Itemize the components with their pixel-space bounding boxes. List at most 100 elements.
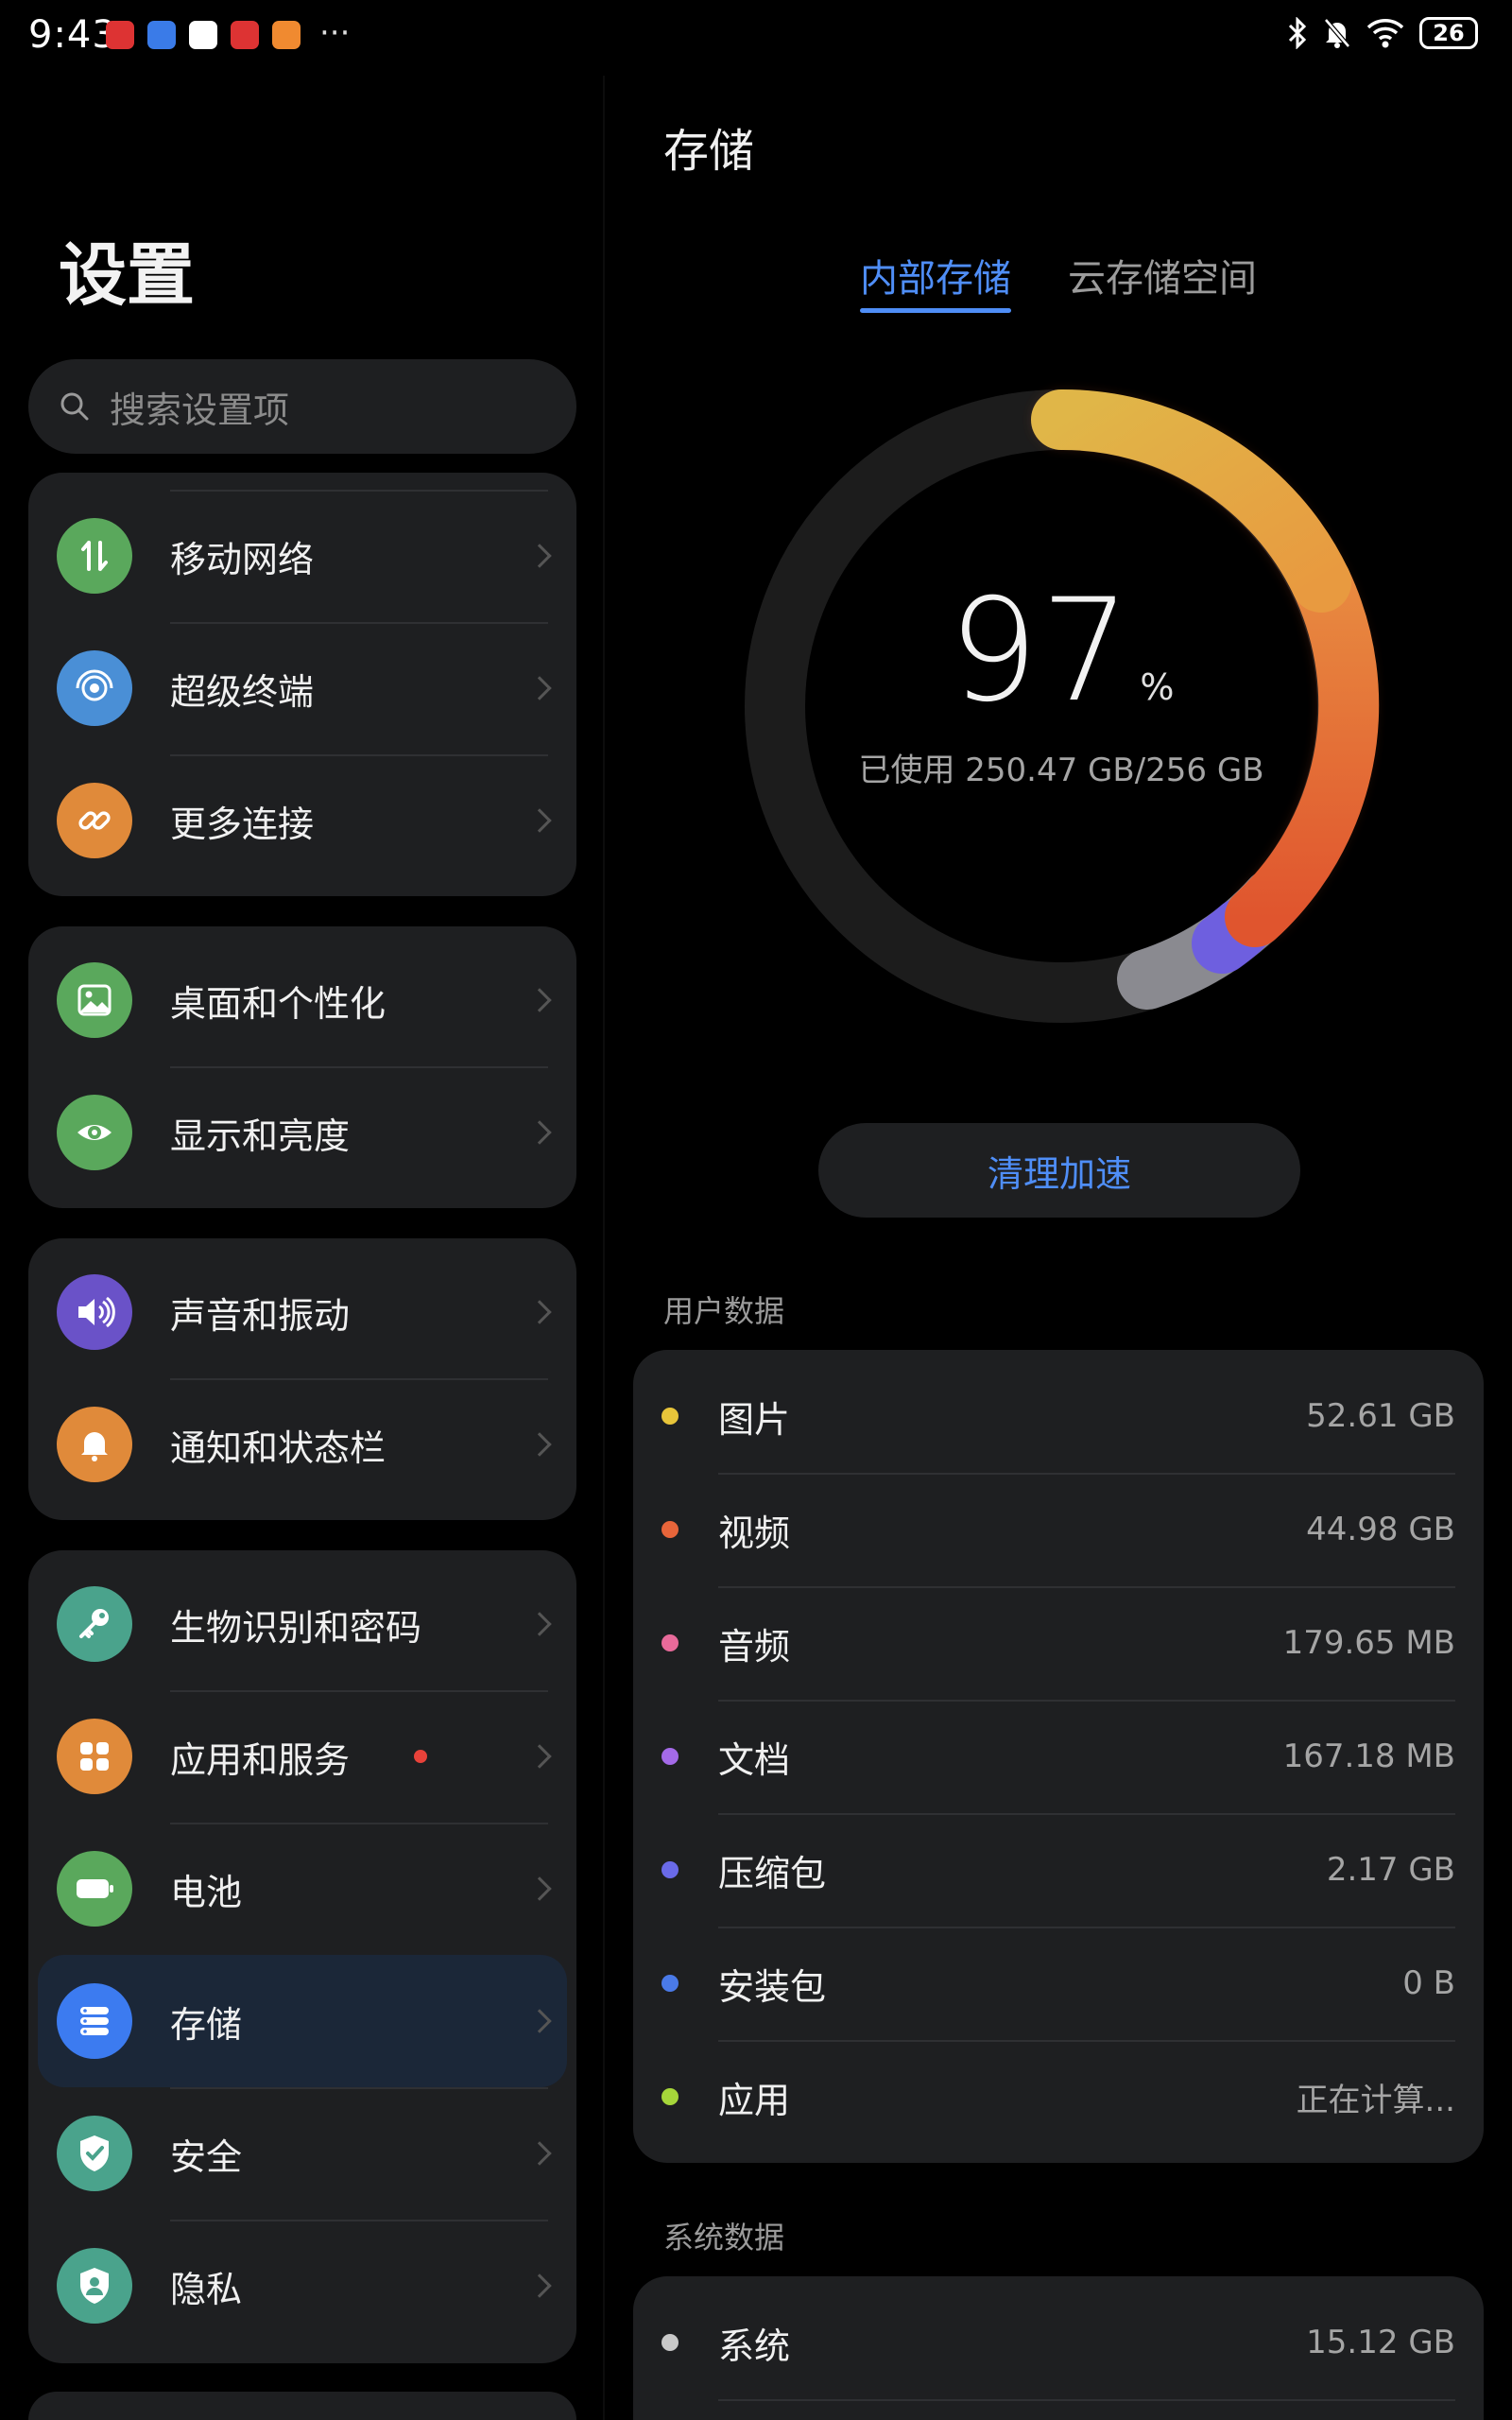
- row-separator: [718, 1927, 1455, 1928]
- usage-percent: 97%: [735, 569, 1387, 734]
- sidebar-item-privacy[interactable]: 隐私: [28, 2220, 576, 2352]
- sidebar-item-label: 应用和服务: [170, 1738, 351, 1781]
- sidebar-item-label: 通知和状态栏: [170, 1426, 387, 1469]
- category-dot: [662, 1521, 679, 1538]
- sidebar-item-more-connections[interactable]: 更多连接: [28, 754, 576, 887]
- storage-usage-ring: 97% 已使用 250.47 GB/256 GB: [735, 380, 1387, 1032]
- sidebar-item-mobile-network[interactable]: 移动网络: [28, 490, 576, 622]
- sidebar-item-label: 安全: [170, 2135, 243, 2178]
- sidebar-item-storage[interactable]: 存储: [38, 1955, 567, 2087]
- storage-item-name: 应用: [718, 2079, 791, 2121]
- storage-item-size: 179.65 MB: [1282, 1624, 1455, 1662]
- category-dot: [662, 1748, 679, 1765]
- row-separator: [170, 1066, 548, 1068]
- sidebar-item-notifications-statusbar[interactable]: 通知和状态栏: [28, 1378, 576, 1511]
- wallpaper-icon: [57, 962, 132, 1038]
- sidebar-item-biometrics-password[interactable]: 生物识别和密码: [28, 1558, 576, 1690]
- storage-item-size: 0 B: [1402, 1964, 1455, 2002]
- detail-title: 存储: [663, 125, 755, 178]
- storage-item-pictures[interactable]: 图片 52.61 GB: [633, 1359, 1484, 1473]
- storage-item-size: 15.12 GB: [1306, 2324, 1455, 2361]
- row-separator: [170, 754, 548, 756]
- row-separator: [170, 1378, 548, 1380]
- chevron-right-icon: [527, 1876, 552, 1901]
- settings-group-security-apps: 生物识别和密码 应用和服务 电池 存储 安全 隐私: [28, 1550, 576, 2363]
- page-title: 设置: [59, 235, 196, 315]
- notification-badge: [414, 1750, 427, 1763]
- user-data-section-title: 用户数据: [663, 1293, 785, 1329]
- tab-cloud-storage[interactable]: 云存储空间: [1068, 248, 1257, 302]
- storage-item-packages[interactable]: 安装包 0 B: [633, 1927, 1484, 2040]
- storage-item-name: 视频: [718, 1512, 791, 1554]
- sidebar-item-label: 显示和亮度: [170, 1115, 351, 1157]
- battery-icon: [57, 1851, 132, 1927]
- sidebar-item-desktop-personalization[interactable]: 桌面和个性化: [28, 934, 576, 1066]
- category-dot: [662, 1634, 679, 1651]
- settings-group-connectivity: 移动网络 超级终端 更多连接: [28, 473, 576, 896]
- sidebar-item-security[interactable]: 安全: [28, 2087, 576, 2220]
- storage-item-size: 44.98 GB: [1306, 1511, 1455, 1548]
- row-separator: [170, 490, 548, 492]
- storage-detail-pane: 存储 内部存储 云存储空间 97 % 已使用 250.47 GB/256 GB …: [605, 0, 1512, 2420]
- tab-internal-storage[interactable]: 内部存储: [860, 248, 1011, 302]
- storage-item-name: 安装包: [718, 1965, 827, 2008]
- key-icon: [57, 1586, 132, 1662]
- storage-item-name: 系统: [718, 2325, 791, 2367]
- system-data-list: 系统 15.12 GB: [633, 2276, 1484, 2420]
- storage-item-archives[interactable]: 压缩包 2.17 GB: [633, 1813, 1484, 1927]
- row-separator: [170, 1690, 548, 1692]
- sidebar-item-battery[interactable]: 电池: [28, 1823, 576, 1955]
- chevron-right-icon: [527, 1300, 552, 1324]
- sidebar-item-label: 存储: [170, 2003, 243, 2046]
- sidebar-item-sound-vibration[interactable]: 声音和振动: [28, 1246, 576, 1378]
- chevron-right-icon: [527, 1120, 552, 1145]
- row-separator: [718, 1700, 1455, 1702]
- sidebar-item-label: 桌面和个性化: [170, 982, 387, 1025]
- usage-percent-value: 97: [948, 569, 1133, 734]
- storage-item-apps[interactable]: 应用 正在计算...: [633, 2040, 1484, 2153]
- sidebar-item-label: 超级终端: [170, 670, 315, 713]
- apps-grid-icon: [57, 1719, 132, 1794]
- system-data-section-title: 系统数据: [663, 2220, 785, 2256]
- sidebar-item-label: 电池: [170, 1871, 243, 1913]
- row-separator: [170, 2220, 548, 2221]
- sidebar-item-display-brightness[interactable]: 显示和亮度: [28, 1066, 576, 1199]
- user-data-list: 图片 52.61 GB 视频 44.98 GB 音频 179.65 MB 文档 …: [633, 1350, 1484, 2163]
- ring-segment-pictures: [1031, 389, 1351, 613]
- row-separator: [170, 622, 548, 624]
- storage-item-name: 文档: [718, 1738, 791, 1781]
- storage-item-next[interactable]: [633, 2399, 1484, 2420]
- sidebar-item-apps-services[interactable]: 应用和服务: [28, 1690, 576, 1823]
- speaker-icon: [57, 1274, 132, 1350]
- link-icon: [57, 783, 132, 858]
- storage-item-name: 压缩包: [718, 1852, 827, 1894]
- row-separator: [718, 1586, 1455, 1588]
- usage-percent-symbol: %: [1140, 666, 1175, 708]
- super-device-icon: [57, 650, 132, 726]
- used-capacity-text: 已使用 250.47 GB/256 GB: [858, 752, 1264, 789]
- tab-active-indicator: [860, 308, 1011, 313]
- chevron-right-icon: [527, 2273, 552, 2298]
- clean-accelerate-button[interactable]: 清理加速: [818, 1123, 1300, 1218]
- storage-icon: [57, 1983, 132, 2059]
- eye-icon: [57, 1095, 132, 1170]
- chevron-right-icon: [527, 544, 552, 568]
- shield-check-icon: [57, 2116, 132, 2191]
- sidebar-item-label: 更多连接: [170, 803, 315, 845]
- chevron-right-icon: [527, 2141, 552, 2166]
- search-input[interactable]: 搜索设置项: [28, 359, 576, 454]
- storage-item-system[interactable]: 系统 15.12 GB: [633, 2286, 1484, 2399]
- chevron-right-icon: [527, 988, 552, 1012]
- settings-group-sound-notifications: 声音和振动 通知和状态栏: [28, 1238, 576, 1520]
- chevron-right-icon: [527, 676, 552, 700]
- storage-tabs: 内部存储 云存储空间: [605, 248, 1512, 323]
- storage-item-audio[interactable]: 音频 179.65 MB: [633, 1586, 1484, 1700]
- category-dot: [662, 2088, 679, 2105]
- sidebar-item-super-device[interactable]: 超级终端: [28, 622, 576, 754]
- sidebar-item-label: 隐私: [170, 2268, 243, 2310]
- chevron-right-icon: [527, 808, 552, 833]
- storage-item-size: 2.17 GB: [1326, 1851, 1455, 1889]
- row-separator: [718, 1473, 1455, 1475]
- storage-item-videos[interactable]: 视频 44.98 GB: [633, 1473, 1484, 1586]
- storage-item-documents[interactable]: 文档 167.18 MB: [633, 1700, 1484, 1813]
